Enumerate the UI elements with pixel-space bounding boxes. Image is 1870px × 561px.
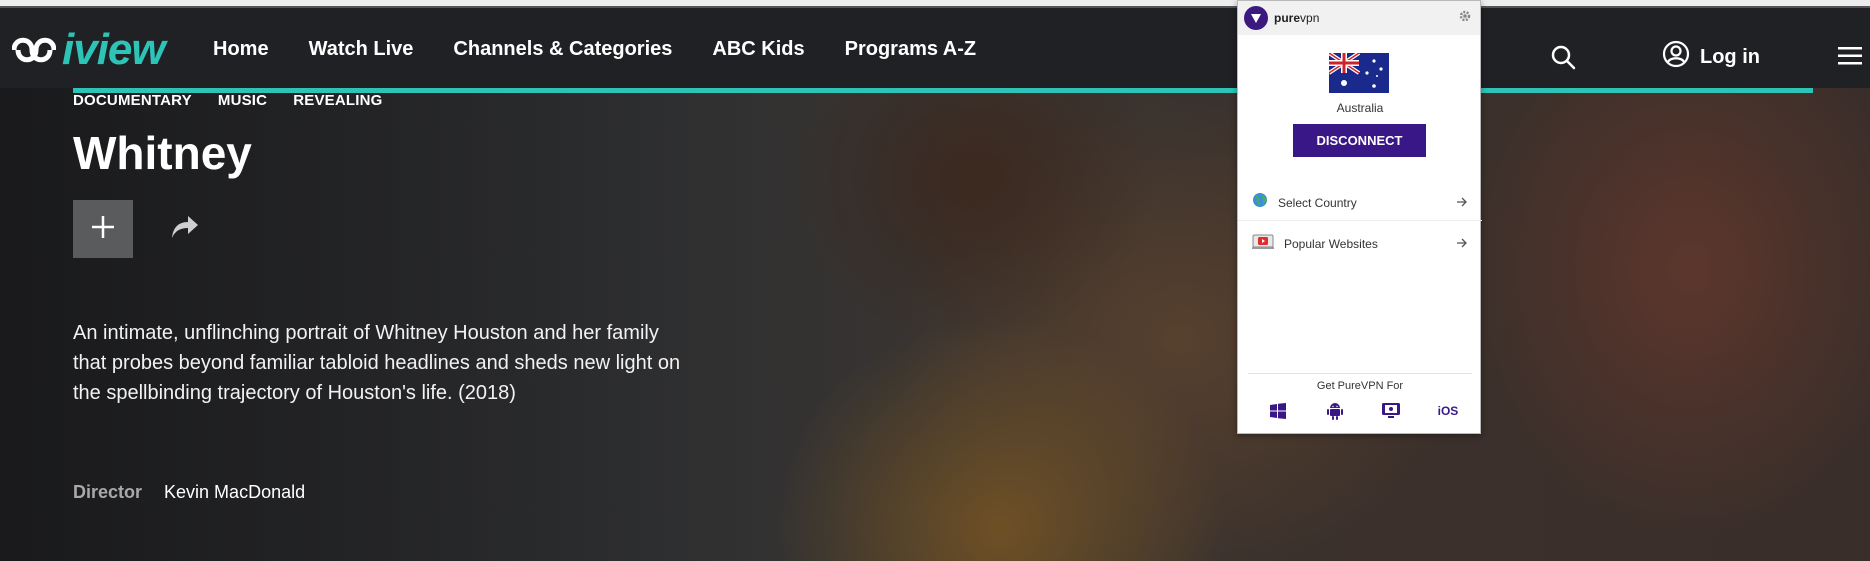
browser-top-edge: [0, 0, 1870, 8]
nav-channels-categories[interactable]: Channels & Categories: [453, 38, 672, 61]
popular-websites-label: Popular Websites: [1284, 237, 1378, 251]
search-icon[interactable]: [1550, 44, 1576, 75]
select-country-label: Select Country: [1278, 195, 1357, 210]
vpn-header: purevpn: [1238, 1, 1480, 35]
mac-icon[interactable]: [1381, 401, 1401, 421]
director-credit: Director Kevin MacDonald: [73, 482, 305, 503]
vpn-brand: purevpn: [1274, 11, 1320, 25]
share-arrow-icon: [170, 216, 200, 244]
nav-programs-a-z[interactable]: Programs A-Z: [845, 38, 977, 61]
nav-watch-live[interactable]: Watch Live: [309, 38, 414, 61]
login-label: Log in: [1700, 45, 1760, 68]
australia-flag-icon: [1327, 51, 1389, 93]
top-navigation: iview Home Watch Live Channels & Categor…: [0, 8, 1870, 88]
program-description: An intimate, unflinching portrait of Whi…: [73, 322, 681, 404]
tag-music[interactable]: MUSIC: [218, 92, 267, 109]
nav-links: Home Watch Live Channels & Categories AB…: [213, 38, 976, 61]
arrow-right-icon: [1456, 194, 1468, 212]
tag-documentary[interactable]: DOCUMENTARY: [73, 92, 192, 109]
hamburger-menu-icon[interactable]: [1838, 46, 1862, 71]
android-icon[interactable]: [1325, 401, 1345, 421]
arrow-right-icon: [1456, 235, 1468, 253]
tag-revealing[interactable]: REVEALING: [293, 92, 382, 109]
purevpn-extension-popup: purevpn Australia DISCONNECT Select Coun…: [1237, 0, 1482, 434]
credit-label: Director: [73, 482, 143, 502]
share-button[interactable]: [170, 214, 200, 245]
platform-links: iOS: [1268, 401, 1458, 421]
plus-icon: [90, 214, 116, 245]
genre-tags: DOCUMENTARY MUSIC REVEALING: [73, 92, 383, 109]
add-to-watchlist-button[interactable]: [73, 200, 133, 258]
globe-icon: [1252, 192, 1268, 213]
nav-home[interactable]: Home: [213, 38, 269, 61]
login-button[interactable]: Log in: [1662, 40, 1760, 74]
abc-logo-icon: [11, 33, 57, 67]
iview-wordmark: iview: [62, 25, 166, 74]
purevpn-logo-icon: [1244, 6, 1268, 30]
select-country-item[interactable]: Select Country: [1238, 185, 1482, 221]
credit-value[interactable]: Kevin MacDonald: [164, 482, 305, 503]
program-title: Whitney: [73, 127, 252, 179]
gear-icon[interactable]: [1458, 9, 1472, 28]
vpn-connected-country: Australia: [1336, 101, 1384, 115]
nav-abc-kids[interactable]: ABC Kids: [712, 38, 804, 61]
get-purevpn-for-label: Get PureVPN For: [1316, 380, 1404, 392]
windows-icon[interactable]: [1268, 401, 1288, 421]
user-icon: [1662, 40, 1690, 74]
abc-iview-logo[interactable]: iview: [11, 25, 166, 74]
disconnect-button[interactable]: DISCONNECT: [1293, 124, 1426, 157]
video-site-icon: [1252, 234, 1274, 255]
ios-link[interactable]: iOS: [1438, 401, 1459, 421]
vpn-footer-divider: [1248, 373, 1472, 374]
popular-websites-item[interactable]: Popular Websites: [1238, 226, 1482, 262]
